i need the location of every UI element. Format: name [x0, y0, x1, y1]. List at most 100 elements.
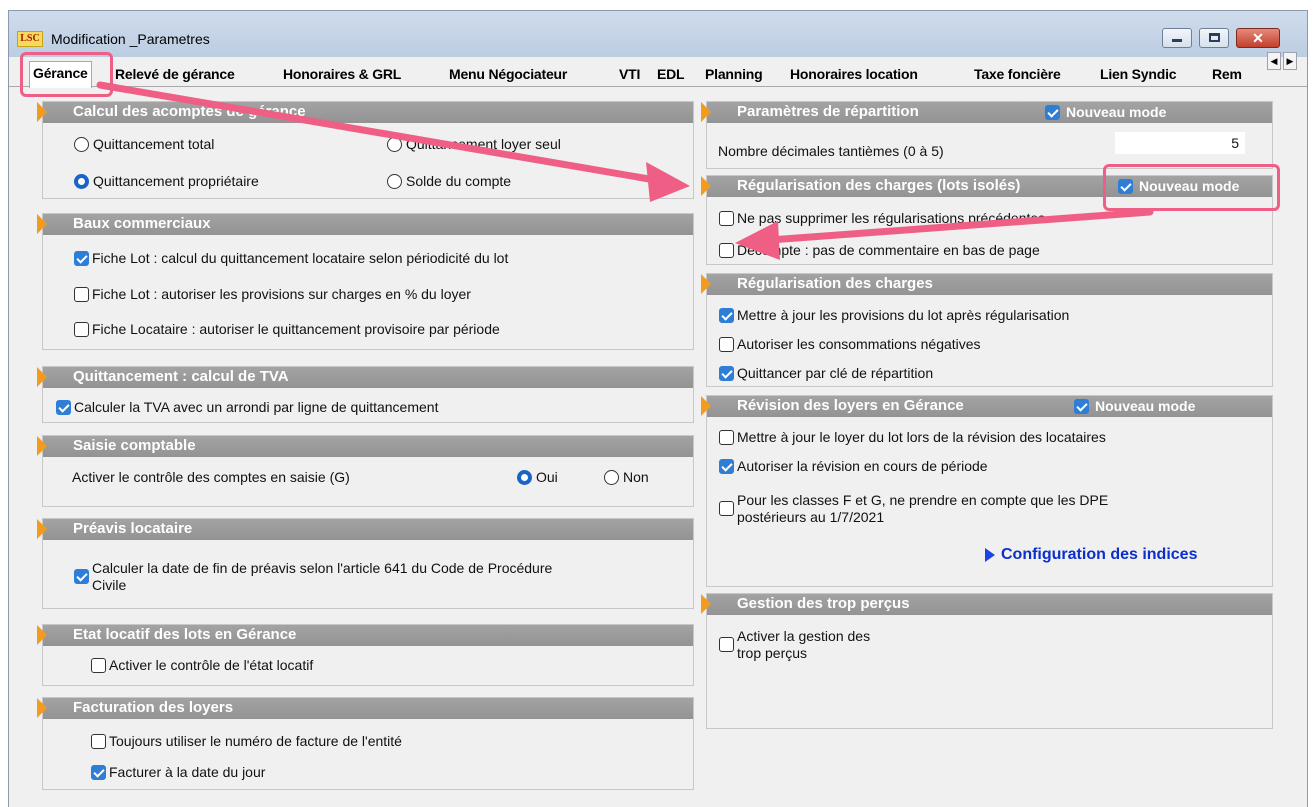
checkbox-nouveau-mode-repartition[interactable]: Nouveau mode: [1045, 104, 1166, 120]
tab-menu-negociateur[interactable]: Menu Négociateur: [446, 63, 570, 87]
tab-vti[interactable]: VTI: [616, 63, 643, 87]
checkbox-icon: [719, 243, 734, 258]
checkbox-label: Ne pas supprimer les régularisations pré…: [737, 210, 1046, 226]
checkbox-decompte-sans-commentaire[interactable]: Décompte : pas de commentaire en bas de …: [719, 242, 1040, 259]
radio-label: Quittancement total: [93, 136, 215, 152]
checkbox-label-line2: postérieurs au 1/7/2021: [737, 509, 885, 525]
decimales-tantiemes-label: Nombre décimales tantièmes (0 à 5): [718, 143, 944, 159]
checkbox-preavis-article-641[interactable]: Calculer la date de fin de préavis selon…: [74, 560, 552, 594]
tab-scroll-left-button[interactable]: ◀: [1267, 52, 1281, 70]
window-title: Modification _Parametres: [51, 31, 210, 47]
checkbox-label: Facturer à la date du jour: [109, 764, 266, 780]
panel-title: Révision des loyers en Gérance: [737, 397, 964, 414]
chevron-icon: [37, 102, 47, 122]
checkbox-icon: [719, 430, 734, 445]
checkbox-icon: [56, 400, 71, 415]
checkbox-maj-provisions-lot[interactable]: Mettre à jour les provisions du lot aprè…: [719, 307, 1069, 324]
checkbox-icon: [719, 337, 734, 352]
checkbox-icon: [1074, 399, 1089, 414]
chevron-icon: [37, 519, 47, 539]
checkbox-numero-facture-entite[interactable]: Toujours utiliser le numéro de facture d…: [91, 733, 402, 750]
radio-label: Non: [623, 469, 649, 485]
radio-label: Solde du compte: [406, 173, 512, 189]
checkbox-maj-loyer-revision[interactable]: Mettre à jour le loyer du lot lors de la…: [719, 429, 1106, 446]
checkbox-icon: [91, 734, 106, 749]
panel-header: Gestion des trop perçus: [701, 594, 1272, 615]
checkbox-icon: [719, 637, 734, 652]
chevron-icon: [701, 274, 711, 294]
panel-etat-locatif: Etat locatif des lots en Gérance: [37, 624, 694, 686]
app-logo: LSC: [17, 31, 43, 47]
decimales-tantiemes-input[interactable]: 5: [1115, 132, 1245, 154]
checkbox-revision-cours-periode[interactable]: Autoriser la révision en cours de périod…: [719, 458, 988, 475]
checkbox-label: Nouveau mode: [1095, 398, 1196, 414]
panel-title: Calcul des acomptes de gérance: [73, 103, 306, 120]
chevron-icon: [701, 594, 711, 614]
tab-planning[interactable]: Planning: [702, 63, 766, 87]
checkbox-ne-pas-supprimer-regularisations[interactable]: Ne pas supprimer les régularisations pré…: [719, 210, 1045, 227]
panel-title: Saisie comptable: [73, 437, 196, 454]
checkbox-quittancer-cle-repartition[interactable]: Quittancer par clé de répartition: [719, 365, 933, 382]
panel-title: Régularisation des charges (lots isolés): [737, 177, 1021, 194]
checkbox-label: Calculer la date de fin de préavis selon…: [92, 560, 552, 594]
radio-solde-du-compte[interactable]: Solde du compte: [387, 173, 511, 190]
checkbox-consommations-negatives[interactable]: Autoriser les consommations négatives: [719, 336, 981, 353]
radio-quittancement-loyer-seul[interactable]: Quittancement loyer seul: [387, 136, 561, 153]
checkbox-label-line2: Civile: [92, 577, 127, 593]
chevron-icon: [701, 102, 711, 122]
checkbox-label-line1: Pour les classes F et G, ne prendre en c…: [737, 492, 1109, 508]
chevron-icon: [37, 436, 47, 456]
chevron-icon: [701, 176, 711, 196]
checkbox-icon: [74, 322, 89, 337]
checkbox-icon: [91, 765, 106, 780]
checkbox-label: Mettre à jour les provisions du lot aprè…: [737, 307, 1070, 323]
tab-honoraires-location[interactable]: Honoraires location: [787, 63, 921, 87]
configuration-indices-link[interactable]: Configuration des indices: [985, 546, 1197, 564]
panel-header: Baux commerciaux: [37, 214, 693, 235]
radio-non[interactable]: Non: [604, 469, 649, 486]
tab-honoraires-grl[interactable]: Honoraires & GRL: [280, 63, 404, 87]
radio-icon: [74, 137, 89, 152]
checkbox-controle-etat-locatif[interactable]: Activer le contrôle de l'état locatif: [91, 657, 313, 674]
saisie-controle-label: Activer le contrôle des comptes en saisi…: [72, 469, 350, 485]
panel-title: Paramètres de répartition: [737, 103, 919, 120]
checkbox-icon: [74, 251, 89, 266]
checkbox-label: Activer la gestion des trop perçus: [737, 628, 870, 662]
panel-header: Préavis locataire: [37, 519, 693, 540]
checkbox-label: Fiche Locataire : autoriser le quittance…: [92, 321, 500, 337]
checkbox-facturer-date-du-jour[interactable]: Facturer à la date du jour: [91, 764, 265, 781]
tab-taxe-fonciere[interactable]: Taxe foncière: [971, 63, 1064, 87]
checkbox-fiche-lot-provisions[interactable]: Fiche Lot : autoriser les provisions sur…: [74, 286, 471, 303]
checkbox-nouveau-mode-revision[interactable]: Nouveau mode: [1074, 398, 1195, 414]
close-button[interactable]: ✕: [1236, 28, 1280, 48]
tab-scroll-right-button[interactable]: ▶: [1283, 52, 1297, 70]
tab-rem[interactable]: Rem: [1209, 63, 1249, 87]
panel-header: Saisie comptable: [37, 436, 693, 457]
checkbox-icon: [74, 569, 89, 584]
minimize-button[interactable]: [1162, 28, 1192, 48]
tab-edl[interactable]: EDL: [654, 63, 687, 87]
checkbox-label-line2: trop perçus: [737, 645, 808, 661]
tab-releve-de-gerance[interactable]: Relevé de gérance: [112, 63, 238, 87]
radio-label: Oui: [536, 469, 558, 485]
checkbox-fiche-lot-periodicite[interactable]: Fiche Lot : calcul du quittancement loca…: [74, 250, 508, 267]
play-arrow-icon: [985, 548, 995, 562]
panel-title: Gestion des trop perçus: [737, 595, 910, 612]
checkbox-gestion-trop-percus[interactable]: Activer la gestion des trop perçus: [719, 628, 870, 662]
tab-lien-syndic[interactable]: Lien Syndic: [1097, 63, 1179, 87]
checkbox-icon: [719, 459, 734, 474]
radio-icon: [74, 174, 89, 189]
radio-icon: [387, 174, 402, 189]
maximize-button[interactable]: [1199, 28, 1229, 48]
checkbox-label: Fiche Lot : autoriser les provisions sur…: [92, 286, 471, 302]
radio-quittancement-proprietaire[interactable]: Quittancement propriétaire: [74, 173, 259, 190]
radio-quittancement-total[interactable]: Quittancement total: [74, 136, 214, 153]
radio-oui[interactable]: Oui: [517, 469, 558, 486]
checkbox-fiche-locataire-provisoire[interactable]: Fiche Locataire : autoriser le quittance…: [74, 321, 500, 338]
checkbox-tva-arrondi[interactable]: Calculer la TVA avec un arrondi par lign…: [56, 399, 438, 416]
panel-title: Préavis locataire: [73, 520, 193, 537]
checkbox-classes-f-g-dpe[interactable]: Pour les classes F et G, ne prendre en c…: [719, 492, 1108, 526]
radio-icon: [387, 137, 402, 152]
checkbox-label: Activer le contrôle de l'état locatif: [109, 657, 314, 673]
close-icon: ✕: [1252, 30, 1264, 46]
